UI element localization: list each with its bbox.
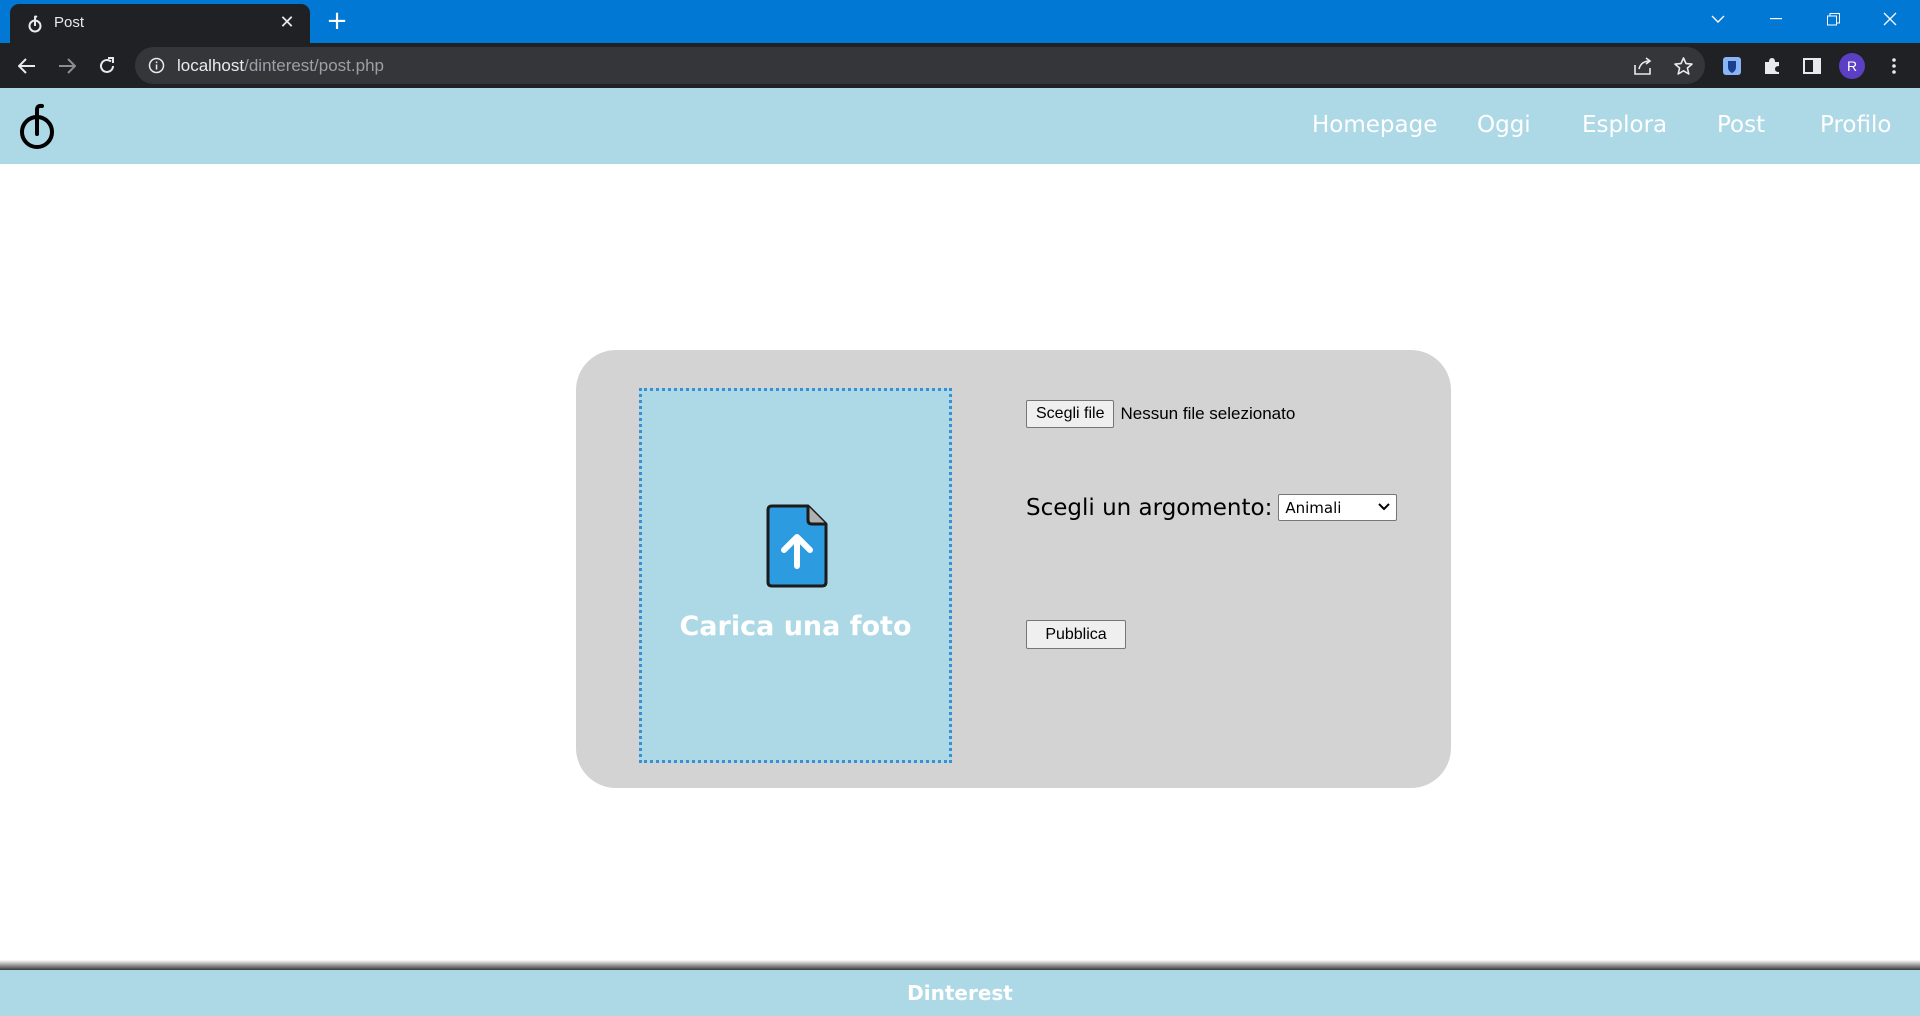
new-tab-button[interactable]: +	[322, 8, 352, 36]
nav-homepage[interactable]: Homepage	[1312, 112, 1437, 138]
topic-label: Scegli un argomento:	[1026, 494, 1273, 521]
extensions-puzzle-icon[interactable]	[1758, 52, 1786, 80]
forward-icon[interactable]	[51, 50, 83, 82]
nav-profilo[interactable]: Profilo	[1820, 112, 1891, 138]
extension-shield-icon[interactable]	[1718, 52, 1746, 80]
upload-label: Carica una foto	[679, 611, 912, 642]
publish-row: Pubblica	[1026, 620, 1126, 649]
file-status-text: Nessun file selezionato	[1120, 404, 1296, 423]
post-form-card: Carica una foto Scegli file Nessun file …	[576, 350, 1451, 788]
file-picker: Scegli file Nessun file selezionato	[1026, 400, 1295, 428]
browser-tab-strip: Post ✕ +	[0, 0, 1920, 43]
bookmark-star-icon[interactable]	[1671, 54, 1695, 78]
dinterest-logo-icon[interactable]	[18, 102, 58, 150]
share-icon[interactable]	[1631, 54, 1655, 78]
nav-post[interactable]: Post	[1717, 112, 1765, 138]
minimize-icon[interactable]	[1748, 0, 1804, 38]
chevron-down-icon	[1378, 503, 1391, 511]
footer-brand: Dinterest	[907, 981, 1013, 1005]
tab-favicon-icon	[28, 15, 42, 33]
back-icon[interactable]	[11, 50, 43, 82]
upload-file-icon	[766, 504, 828, 588]
close-window-icon[interactable]	[1862, 0, 1918, 38]
footer-divider	[0, 960, 1920, 970]
tab-search-icon[interactable]	[1690, 0, 1746, 38]
url-host: localhost	[177, 56, 245, 75]
nav-oggi[interactable]: Oggi	[1477, 112, 1531, 138]
browser-tab[interactable]: Post ✕	[10, 4, 310, 43]
site-header: Homepage Oggi Esplora Post Profilo	[0, 88, 1920, 164]
site-info-icon[interactable]	[148, 57, 165, 74]
side-panel-icon[interactable]	[1798, 52, 1826, 80]
browser-menu-icon[interactable]	[1880, 52, 1908, 80]
publish-button[interactable]: Pubblica	[1026, 620, 1126, 649]
url-text: localhost/dinterest/post.php	[177, 56, 384, 76]
browser-toolbar: localhost/dinterest/post.php R	[0, 43, 1920, 88]
url-path: /dinterest/post.php	[244, 56, 384, 75]
photo-dropzone[interactable]: Carica una foto	[639, 388, 952, 763]
reload-icon[interactable]	[91, 50, 123, 82]
topic-row: Scegli un argomento: Animali	[1026, 494, 1398, 521]
address-bar[interactable]: localhost/dinterest/post.php	[135, 47, 1705, 84]
tab-title: Post	[54, 14, 85, 31]
choose-file-button[interactable]: Scegli file	[1026, 400, 1115, 428]
topic-selected-value: Animali	[1285, 499, 1342, 517]
tab-close-icon[interactable]: ✕	[276, 12, 298, 34]
profile-avatar[interactable]: R	[1839, 53, 1865, 79]
restore-icon[interactable]	[1805, 0, 1861, 38]
nav-esplora[interactable]: Esplora	[1582, 112, 1667, 138]
topic-select[interactable]: Animali	[1278, 494, 1398, 521]
site-footer: Dinterest	[0, 970, 1920, 1016]
